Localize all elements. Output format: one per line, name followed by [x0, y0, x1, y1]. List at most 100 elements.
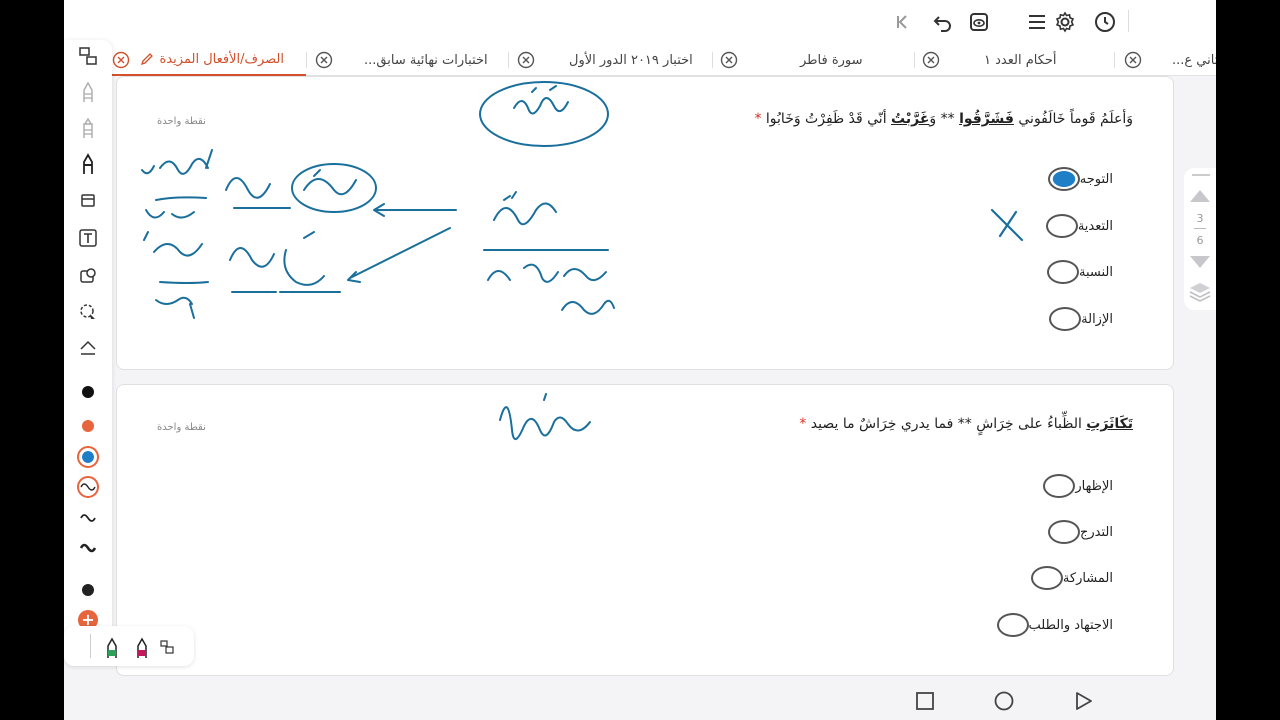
tab-item[interactable]: اختبار ٢٠١٩ الدور الأول [569, 44, 693, 76]
collapse-icon[interactable] [890, 9, 916, 35]
color-black[interactable] [82, 386, 94, 398]
tab-divider [712, 52, 713, 68]
radio-button[interactable] [1045, 214, 1078, 238]
tool-settings-icon[interactable] [160, 640, 174, 654]
question-text: وَأعلَمُ قَوماً خَالَفُوني فَشَرَّقُوا *… [754, 111, 1133, 127]
lasso-tool-icon[interactable] [76, 300, 100, 324]
green-pen-icon[interactable] [104, 636, 120, 660]
marker-tool-icon[interactable] [76, 152, 100, 176]
option-label: الإظهار [1075, 478, 1113, 494]
edit-icon [140, 53, 153, 66]
page-navigator: 3 6 [1184, 168, 1216, 310]
tab-label: اختبار ٢٠١٩ الدور الأول [569, 52, 693, 68]
option-label: التعدية [1077, 218, 1113, 234]
tab-label: أحكام العدد ١ [984, 52, 1057, 68]
page-fraction-bar [1194, 228, 1206, 229]
pencil-tool-icon[interactable] [76, 116, 100, 140]
system-nav-bar [64, 680, 1216, 720]
favorite-tools [64, 626, 194, 666]
close-icon[interactable] [315, 51, 333, 69]
stroke-width-medium[interactable] [76, 506, 100, 530]
option[interactable]: الإظهار [1043, 474, 1133, 498]
question-text: تَكَاثَرَتِ الظِّباءُ على خِرَاشٍ ** فما… [799, 416, 1133, 432]
magenta-pen-icon[interactable] [134, 636, 150, 660]
close-icon[interactable] [922, 51, 940, 69]
option[interactable]: التعدية [1045, 214, 1133, 238]
divider [90, 634, 91, 658]
pen-tool-icon[interactable] [76, 80, 100, 104]
tab-item[interactable]: ثاني ع... [1172, 44, 1216, 76]
tab-item[interactable]: اختبارات نهائية سابق... [364, 44, 488, 76]
radio-button-selected[interactable] [1047, 167, 1080, 191]
color-blue-selected[interactable] [77, 446, 99, 468]
eraser-tool-icon[interactable] [76, 188, 100, 212]
question-highlight: غَرَّبْتُ [891, 111, 930, 127]
radio-button[interactable] [1047, 260, 1079, 284]
points-label: نقطة واحدة [157, 116, 206, 127]
tab-divider [914, 52, 915, 68]
page-down-icon[interactable] [1188, 254, 1212, 270]
question-card: نقطة واحدة وَأعلَمُ قَوماً خَالَفُوني فَ… [116, 76, 1174, 370]
tab-bar: ثاني ع... أحكام العدد ١ سورة فاطر اختبار… [64, 44, 1216, 76]
option[interactable]: المشاركة [1030, 566, 1133, 590]
current-page: 3 [1196, 212, 1204, 225]
close-icon[interactable] [720, 51, 738, 69]
close-icon[interactable] [1124, 51, 1142, 69]
tool-palette: + [64, 40, 112, 640]
image-tool-icon[interactable] [76, 264, 100, 288]
question-text-part: ** وَ [929, 111, 960, 127]
top-toolbar [64, 0, 1216, 44]
settings-icon[interactable] [1052, 9, 1078, 35]
text-tool-icon[interactable] [76, 226, 100, 250]
stroke-width-selected[interactable] [77, 476, 99, 498]
radio-button[interactable] [1043, 474, 1076, 498]
close-icon[interactable] [517, 51, 535, 69]
question-highlight: تَكَاثَرَتِ [1086, 416, 1133, 432]
option[interactable]: النسبة [1047, 260, 1133, 284]
layers-icon[interactable] [1188, 280, 1212, 302]
option[interactable]: التوجه [1047, 167, 1133, 191]
required-marker: * [754, 111, 762, 127]
back-icon[interactable] [1072, 690, 1094, 712]
color-orange[interactable] [82, 420, 94, 432]
tab-active[interactable]: الصرف/الأفعال المزيدة [110, 44, 306, 76]
divider [1192, 174, 1210, 176]
select-tool-icon[interactable] [76, 44, 100, 68]
tab-divider [306, 52, 307, 68]
total-pages: 6 [1196, 234, 1204, 247]
home-icon[interactable] [993, 690, 1015, 712]
tab-label: الصرف/الأفعال المزيدة [159, 51, 284, 67]
option[interactable]: الإزالة [1049, 307, 1133, 331]
radio-button[interactable] [996, 613, 1029, 637]
tab-divider [508, 52, 509, 68]
question-highlight: فَشَرَّقُوا [959, 111, 1014, 127]
radio-button[interactable] [1030, 566, 1063, 590]
shapes-tool-icon[interactable] [76, 336, 100, 360]
recents-icon[interactable] [914, 690, 936, 712]
clock-icon[interactable] [1092, 9, 1118, 35]
option-label: التوجه [1079, 171, 1113, 187]
close-icon[interactable] [112, 51, 130, 69]
radio-button[interactable] [1048, 520, 1080, 544]
page-up-icon[interactable] [1188, 188, 1212, 204]
points-label: نقطة واحدة [157, 422, 206, 433]
option-label: الإزالة [1081, 311, 1113, 327]
tab-item[interactable]: سورة فاطر [800, 44, 863, 76]
question-card: نقطة واحدة تَكَاثَرَتِ الظِّباءُ على خِر… [116, 384, 1174, 676]
option[interactable]: الاجتهاد والطلب [996, 613, 1133, 637]
color-dark[interactable] [82, 584, 94, 596]
tab-label: سورة فاطر [800, 52, 863, 68]
tab-label: اختبارات نهائية سابق... [364, 52, 488, 68]
tab-item[interactable]: أحكام العدد ١ [984, 44, 1057, 76]
question-text-part: وَأعلَمُ قَوماً خَالَفُوني [1013, 111, 1133, 127]
stroke-width-thick[interactable] [76, 536, 100, 560]
menu-icon[interactable] [1024, 9, 1050, 35]
eye-icon[interactable] [966, 9, 992, 35]
tab-label: ثاني ع... [1172, 52, 1216, 68]
option[interactable]: التدرج [1048, 520, 1133, 544]
undo-icon[interactable] [930, 9, 956, 35]
app-screen: ثاني ع... أحكام العدد ١ سورة فاطر اختبار… [64, 0, 1216, 720]
radio-button[interactable] [1049, 307, 1082, 331]
option-label: النسبة [1079, 264, 1113, 280]
required-marker: * [799, 416, 807, 432]
